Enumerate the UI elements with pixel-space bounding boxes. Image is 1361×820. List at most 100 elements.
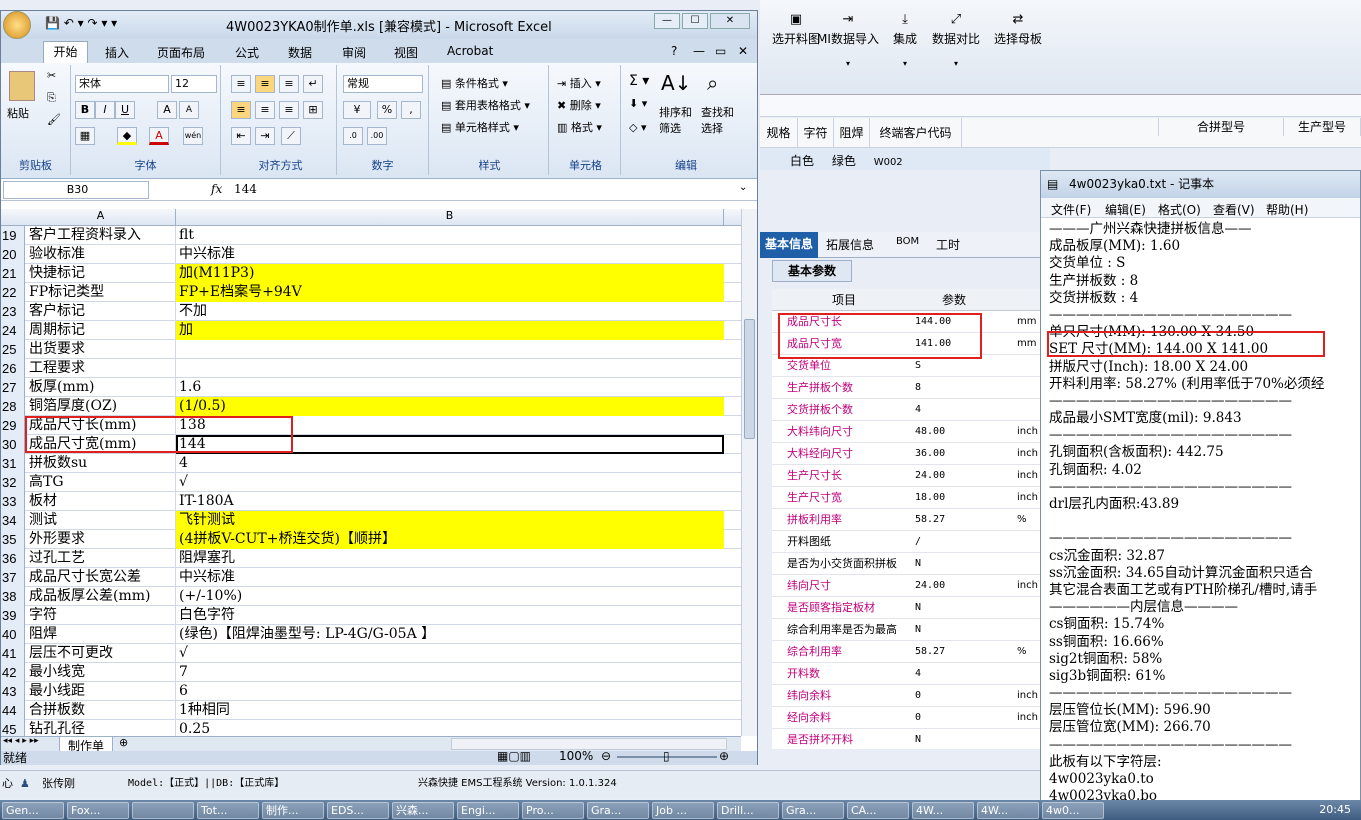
param-row[interactable]: 大料经向尺寸 36.00 inch xyxy=(772,443,1047,465)
align-center-button[interactable]: ≡ xyxy=(255,101,275,119)
row-number[interactable]: 40 xyxy=(1,625,25,644)
cell-b[interactable] xyxy=(176,340,724,359)
autosum-icon[interactable]: Σ ▾ xyxy=(629,73,649,89)
row-number[interactable]: 19 xyxy=(1,226,25,245)
ribbon-restore-icon[interactable]: ▭ xyxy=(715,44,726,58)
row-number[interactable]: 44 xyxy=(1,701,25,720)
fill-color-button[interactable]: ◆ xyxy=(117,127,137,145)
row-number[interactable]: 20 xyxy=(1,245,25,264)
taskbar-clock[interactable]: 20:45 xyxy=(1319,803,1351,816)
toolbar-item-select-motherboard[interactable]: ⇄ 选择母板 xyxy=(978,12,1058,47)
clear-icon[interactable]: ◇ ▾ xyxy=(629,121,646,134)
tab-extended-info[interactable]: 拓展信息 xyxy=(826,236,874,253)
row-number[interactable]: 37 xyxy=(1,568,25,587)
row-number[interactable]: 42 xyxy=(1,663,25,682)
close-button[interactable]: ✕ xyxy=(710,13,750,29)
row-number[interactable]: 30 xyxy=(1,435,25,454)
row-number[interactable]: 28 xyxy=(1,397,25,416)
align-left-button[interactable]: ≡ xyxy=(231,101,251,119)
tab-review[interactable]: 审阅 xyxy=(342,44,366,61)
param-row[interactable]: 经向余料 0 inch xyxy=(772,707,1047,729)
background-grid-row[interactable]: 白色 绿色 W002 xyxy=(760,148,1050,170)
menu-help[interactable]: 帮助(H) xyxy=(1266,201,1308,218)
row-number[interactable]: 34 xyxy=(1,511,25,530)
col-header-b[interactable]: B xyxy=(176,209,724,226)
row-number[interactable]: 35 xyxy=(1,530,25,549)
tab-data[interactable]: 数据 xyxy=(288,44,312,61)
cell-b[interactable]: 中兴标准 xyxy=(176,245,724,264)
phonetic-button[interactable]: wén xyxy=(183,127,203,145)
expand-formula-icon[interactable]: ⌄ xyxy=(739,182,747,193)
param-row[interactable]: 是否拼坏开料 N xyxy=(772,729,1047,749)
orientation-button[interactable]: ⟋ xyxy=(281,127,301,145)
border-button[interactable]: ▦ xyxy=(75,127,95,145)
cell-a[interactable]: 快捷标记 xyxy=(26,264,176,283)
cell-a[interactable]: 钻孔孔径 xyxy=(26,720,176,736)
tab-home[interactable]: 开始 xyxy=(43,41,88,63)
taskbar-item[interactable]: Gra... xyxy=(782,802,844,819)
taskbar-item[interactable]: 4W... xyxy=(977,802,1039,819)
taskbar-item[interactable]: Drill... xyxy=(717,802,779,819)
cell-b[interactable]: √ xyxy=(176,473,724,492)
param-row[interactable]: 是否为小交货面积拼板 N xyxy=(772,553,1047,575)
param-row[interactable]: 生产拼板个数 8 xyxy=(772,377,1047,399)
sort-filter-button[interactable]: 排序和 筛选 xyxy=(659,105,692,137)
col-header-mask[interactable]: 阻焊 xyxy=(834,118,870,148)
menu-view[interactable]: 查看(V) xyxy=(1213,201,1255,218)
cell-a[interactable]: 成品尺寸长宽公差 xyxy=(26,568,176,587)
cell-a[interactable]: 工程要求 xyxy=(26,359,176,378)
maximize-button[interactable]: ☐ xyxy=(682,13,708,29)
fill-icon[interactable]: ⬇ ▾ xyxy=(629,97,647,110)
row-number[interactable]: 36 xyxy=(1,549,25,568)
tab-page-layout[interactable]: 页面布局 xyxy=(157,44,205,61)
percent-button[interactable]: % xyxy=(377,101,397,119)
tab-working-hours[interactable]: 工时 xyxy=(936,236,960,253)
row-number[interactable]: 39 xyxy=(1,606,25,625)
taskbar-item[interactable]: EDS... xyxy=(327,802,389,819)
cell-a[interactable]: 测试 xyxy=(26,511,176,530)
cell-b[interactable]: (4拼板V-CUT+桥连交货)【顺拼】 xyxy=(176,530,724,549)
param-row[interactable]: 综合利用率是否为最高 N xyxy=(772,619,1047,641)
taskbar-item[interactable]: Fox... xyxy=(67,802,129,819)
currency-button[interactable]: ¥ xyxy=(343,101,371,119)
help-icon[interactable]: ? xyxy=(671,44,677,58)
cell-a[interactable]: 过孔工艺 xyxy=(26,549,176,568)
col-header-char[interactable]: 字符 xyxy=(798,118,834,148)
cell-b[interactable]: 4 xyxy=(176,454,724,473)
cell-a[interactable]: 板厚(mm) xyxy=(26,378,176,397)
tab-acrobat[interactable]: Acrobat xyxy=(447,44,493,58)
zoom-out-icon[interactable]: ⊖ xyxy=(601,749,611,763)
ribbon-minimize-icon[interactable]: — xyxy=(693,44,705,58)
param-row[interactable]: 开料数 4 xyxy=(772,663,1047,685)
wrap-text-button[interactable]: ↵ xyxy=(303,75,323,93)
office-button[interactable] xyxy=(3,11,31,39)
taskbar-item[interactable]: 制作... xyxy=(262,802,324,819)
tab-bom[interactable]: BOM xyxy=(896,236,919,247)
align-top-button[interactable]: ≡ xyxy=(231,75,251,93)
row-number[interactable]: 31 xyxy=(1,454,25,473)
decrease-indent-button[interactable]: ⇤ xyxy=(231,127,251,145)
ribbon-close-icon[interactable]: ✕ xyxy=(738,44,748,58)
cell-a[interactable]: 最小线宽 xyxy=(26,663,176,682)
menu-file[interactable]: 文件(F) xyxy=(1051,201,1091,218)
tab-view[interactable]: 视图 xyxy=(394,44,418,61)
row-number[interactable]: 41 xyxy=(1,644,25,663)
cell-b[interactable]: 加(M11P3) xyxy=(176,264,724,283)
insert-cells-button[interactable]: ⇥ 插入 ▾ xyxy=(557,75,601,91)
taskbar-item[interactable]: CA... xyxy=(847,802,909,819)
tab-basic-info[interactable]: 基本信息 xyxy=(760,232,818,258)
tab-formulas[interactable]: 公式 xyxy=(235,44,259,61)
row-number[interactable]: 27 xyxy=(1,378,25,397)
row-number[interactable]: 43 xyxy=(1,682,25,701)
increase-decimal-button[interactable]: .0 xyxy=(343,127,363,145)
increase-indent-button[interactable]: ⇥ xyxy=(255,127,275,145)
grow-font-button[interactable]: A xyxy=(157,101,177,119)
row-number[interactable]: 22 xyxy=(1,283,25,302)
cell-a[interactable]: 出货要求 xyxy=(26,340,176,359)
cell-styles-button[interactable]: ▤ 单元格样式 ▾ xyxy=(441,119,519,135)
param-row[interactable]: 大料纬向尺寸 48.00 inch xyxy=(772,421,1047,443)
decrease-decimal-button[interactable]: .00 xyxy=(367,127,387,145)
cell-a[interactable]: 外形要求 xyxy=(26,530,176,549)
merge-center-button[interactable]: ⊞ xyxy=(303,101,323,119)
cell-a[interactable]: 客户标记 xyxy=(26,302,176,321)
